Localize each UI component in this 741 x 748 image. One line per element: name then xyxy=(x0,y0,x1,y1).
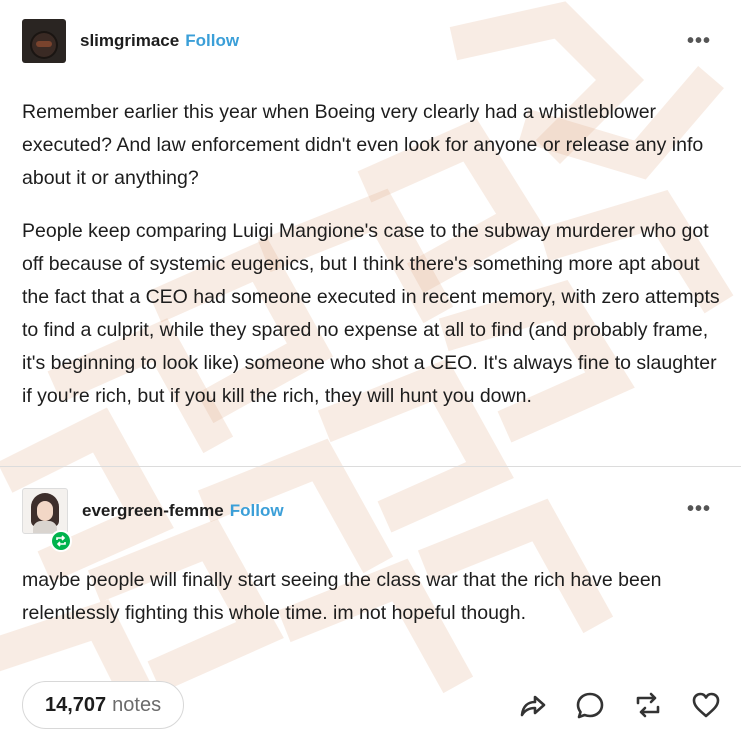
follow-button[interactable]: Follow xyxy=(230,501,284,521)
reblog-icon[interactable] xyxy=(631,688,665,722)
notes-button[interactable]: 14,707 notes xyxy=(22,681,185,729)
post-paragraph: Remember earlier this year when Boeing v… xyxy=(22,101,704,189)
follow-button[interactable]: Follow xyxy=(185,31,239,51)
username[interactable]: slimgrimace xyxy=(80,31,179,51)
reblog-badge-icon xyxy=(50,530,72,552)
username[interactable]: evergreen-femme xyxy=(82,501,224,521)
reply-icon[interactable] xyxy=(573,688,607,722)
notes-label: notes xyxy=(112,693,162,716)
avatar[interactable] xyxy=(22,19,66,63)
post-body-1: Remember earlier this year when Boeing v… xyxy=(22,96,722,413)
post-paragraph: maybe people will finally start seeing t… xyxy=(22,569,662,624)
post-paragraph: People keep comparing Luigi Mangione's c… xyxy=(22,220,720,407)
more-options-icon[interactable]: ••• xyxy=(687,498,711,521)
post-header-1: slimgrimace Follow xyxy=(22,19,239,63)
post-header-2: evergreen-femme Follow xyxy=(22,488,284,534)
post-actions xyxy=(515,688,723,722)
share-icon[interactable] xyxy=(515,688,549,722)
avatar[interactable] xyxy=(22,488,68,534)
post-body-2: maybe people will finally start seeing t… xyxy=(22,564,722,630)
like-icon[interactable] xyxy=(689,688,723,722)
divider xyxy=(0,466,741,467)
notes-count: 14,707 xyxy=(45,693,107,716)
more-options-icon[interactable]: ••• xyxy=(687,30,711,53)
